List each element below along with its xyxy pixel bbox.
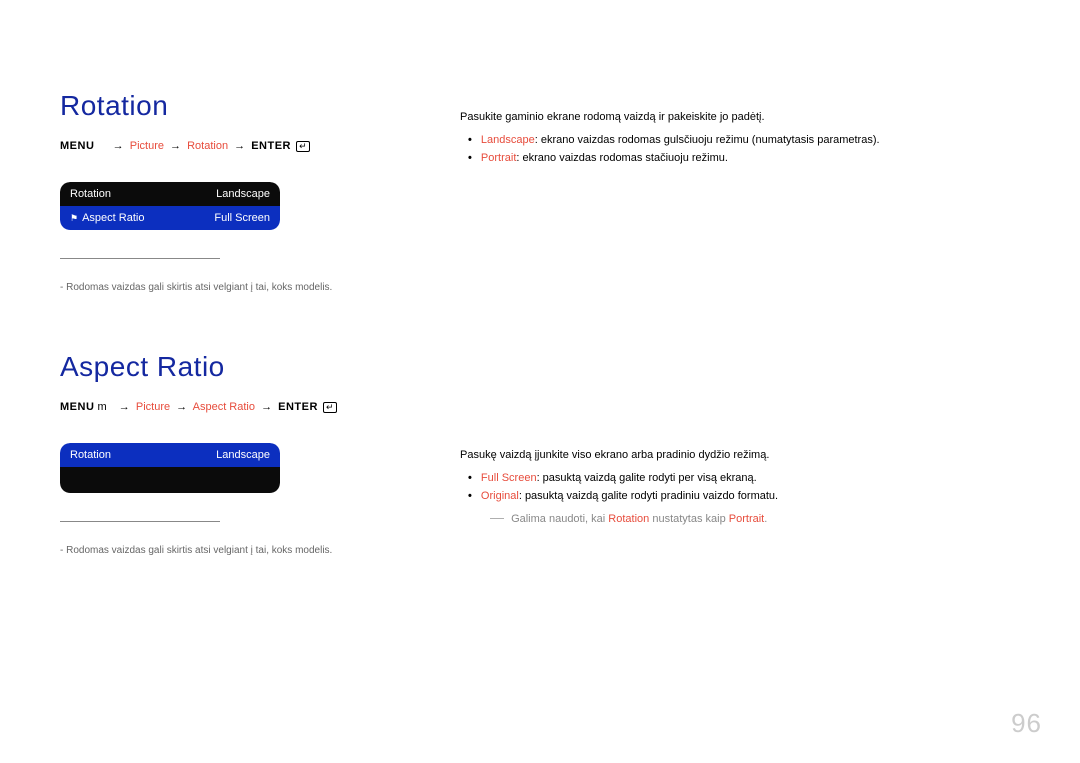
bullet-text: : ekrano vaizdas rodomas stačiuoju režim… xyxy=(516,152,728,164)
rotation-heading: Rotation xyxy=(60,90,450,122)
ui-value: Landscape xyxy=(216,449,270,461)
bullet-term: Portrait xyxy=(481,152,516,164)
ui-label: ⚑Aspect Ratio xyxy=(70,212,144,224)
footnote-text: - Rodomas vaizdas gali skirtis atsi velg… xyxy=(60,545,450,556)
rotation-bullets: Landscape: ekrano vaizdas rodomas gulsči… xyxy=(480,131,880,168)
bullet-fullscreen: Full Screen: pasuktą vaizdą galite rodyt… xyxy=(480,469,880,488)
note-rotation: Rotation xyxy=(608,513,649,525)
bullet-text: : pasuktą vaizdą galite rodyti per visą … xyxy=(537,472,757,484)
breadcrumb-arrow: → xyxy=(234,140,245,152)
breadcrumb-picture: Picture xyxy=(130,140,164,152)
enter-icon xyxy=(323,402,337,413)
bullet-landscape: Landscape: ekrano vaizdas rodomas gulsči… xyxy=(480,131,880,150)
ui-row-rotation-2[interactable]: Rotation Landscape xyxy=(60,443,280,467)
bullet-term: Landscape xyxy=(481,134,535,146)
breadcrumb-arrow: → xyxy=(113,140,124,152)
breadcrumb-aspect: MENU m → Picture → Aspect Ratio → ENTER xyxy=(60,401,450,413)
note-end: . xyxy=(764,513,767,525)
rotation-desc: Pasukite gaminio ekrane rodomą vaizdą ir… xyxy=(460,108,880,127)
breadcrumb-arrow: → xyxy=(119,401,130,413)
breadcrumb-enter: ENTER xyxy=(278,401,318,413)
breadcrumb-m: m xyxy=(97,401,106,413)
breadcrumb-arrow: → xyxy=(170,140,181,152)
footnote-text: - Rodomas vaizdas gali skirtis atsi velg… xyxy=(60,282,450,293)
breadcrumb-rotation-item: Rotation xyxy=(187,140,228,152)
bullet-portrait: Portrait: ekrano vaizdas rodomas stačiuo… xyxy=(480,149,880,168)
note-portrait: Portrait xyxy=(729,513,764,525)
note-mid: nustatytas kaip xyxy=(652,513,728,525)
page-number: 96 xyxy=(1011,708,1042,739)
ui-label: Rotation xyxy=(70,449,111,461)
breadcrumb-picture: Picture xyxy=(136,401,170,413)
ui-value: Full Screen xyxy=(214,212,270,224)
breadcrumb-enter: ENTER xyxy=(251,140,291,152)
bullet-original: Original: pasuktą vaizdą galite rodyti p… xyxy=(480,487,880,506)
ui-row-empty xyxy=(60,467,280,493)
breadcrumb-arrow: → xyxy=(176,401,187,413)
aspect-heading: Aspect Ratio xyxy=(60,351,450,383)
aspect-note: ― Galima naudoti, kai Rotation nustatyta… xyxy=(490,506,880,530)
breadcrumb-menu: MENU xyxy=(60,140,94,152)
footnote-divider xyxy=(60,521,220,536)
ui-row-aspect-ratio[interactable]: ⚑Aspect Ratio Full Screen xyxy=(60,206,280,230)
note-prefix: Galima naudoti, kai xyxy=(511,513,608,525)
ui-label: Rotation xyxy=(70,188,111,200)
breadcrumb-aspect-item: Aspect Ratio xyxy=(193,401,255,413)
bullet-text: : pasuktą vaizdą galite rodyti pradiniu … xyxy=(519,490,778,502)
flag-icon: ⚑ xyxy=(70,213,78,223)
footnote-divider xyxy=(60,258,220,273)
ui-value: Landscape xyxy=(216,188,270,200)
aspect-desc: Pasukę vaizdą įjunkite viso ekrano arba … xyxy=(460,446,880,465)
enter-icon xyxy=(296,141,310,152)
bullet-term: Original xyxy=(481,490,519,502)
aspect-bullets: Full Screen: pasuktą vaizdą galite rodyt… xyxy=(480,469,880,506)
breadcrumb-menu: MENU xyxy=(60,401,94,413)
aspect-ui-panel: Rotation Landscape xyxy=(60,443,280,493)
bullet-text: : ekrano vaizdas rodomas gulsčiuoju reži… xyxy=(535,134,880,146)
bullet-term: Full Screen xyxy=(481,472,537,484)
breadcrumb-arrow: → xyxy=(261,401,272,413)
breadcrumb-rotation: MENU → Picture → Rotation → ENTER xyxy=(60,140,450,152)
ui-row-rotation[interactable]: Rotation Landscape xyxy=(60,182,280,206)
rotation-ui-panel: Rotation Landscape ⚑Aspect Ratio Full Sc… xyxy=(60,182,280,230)
